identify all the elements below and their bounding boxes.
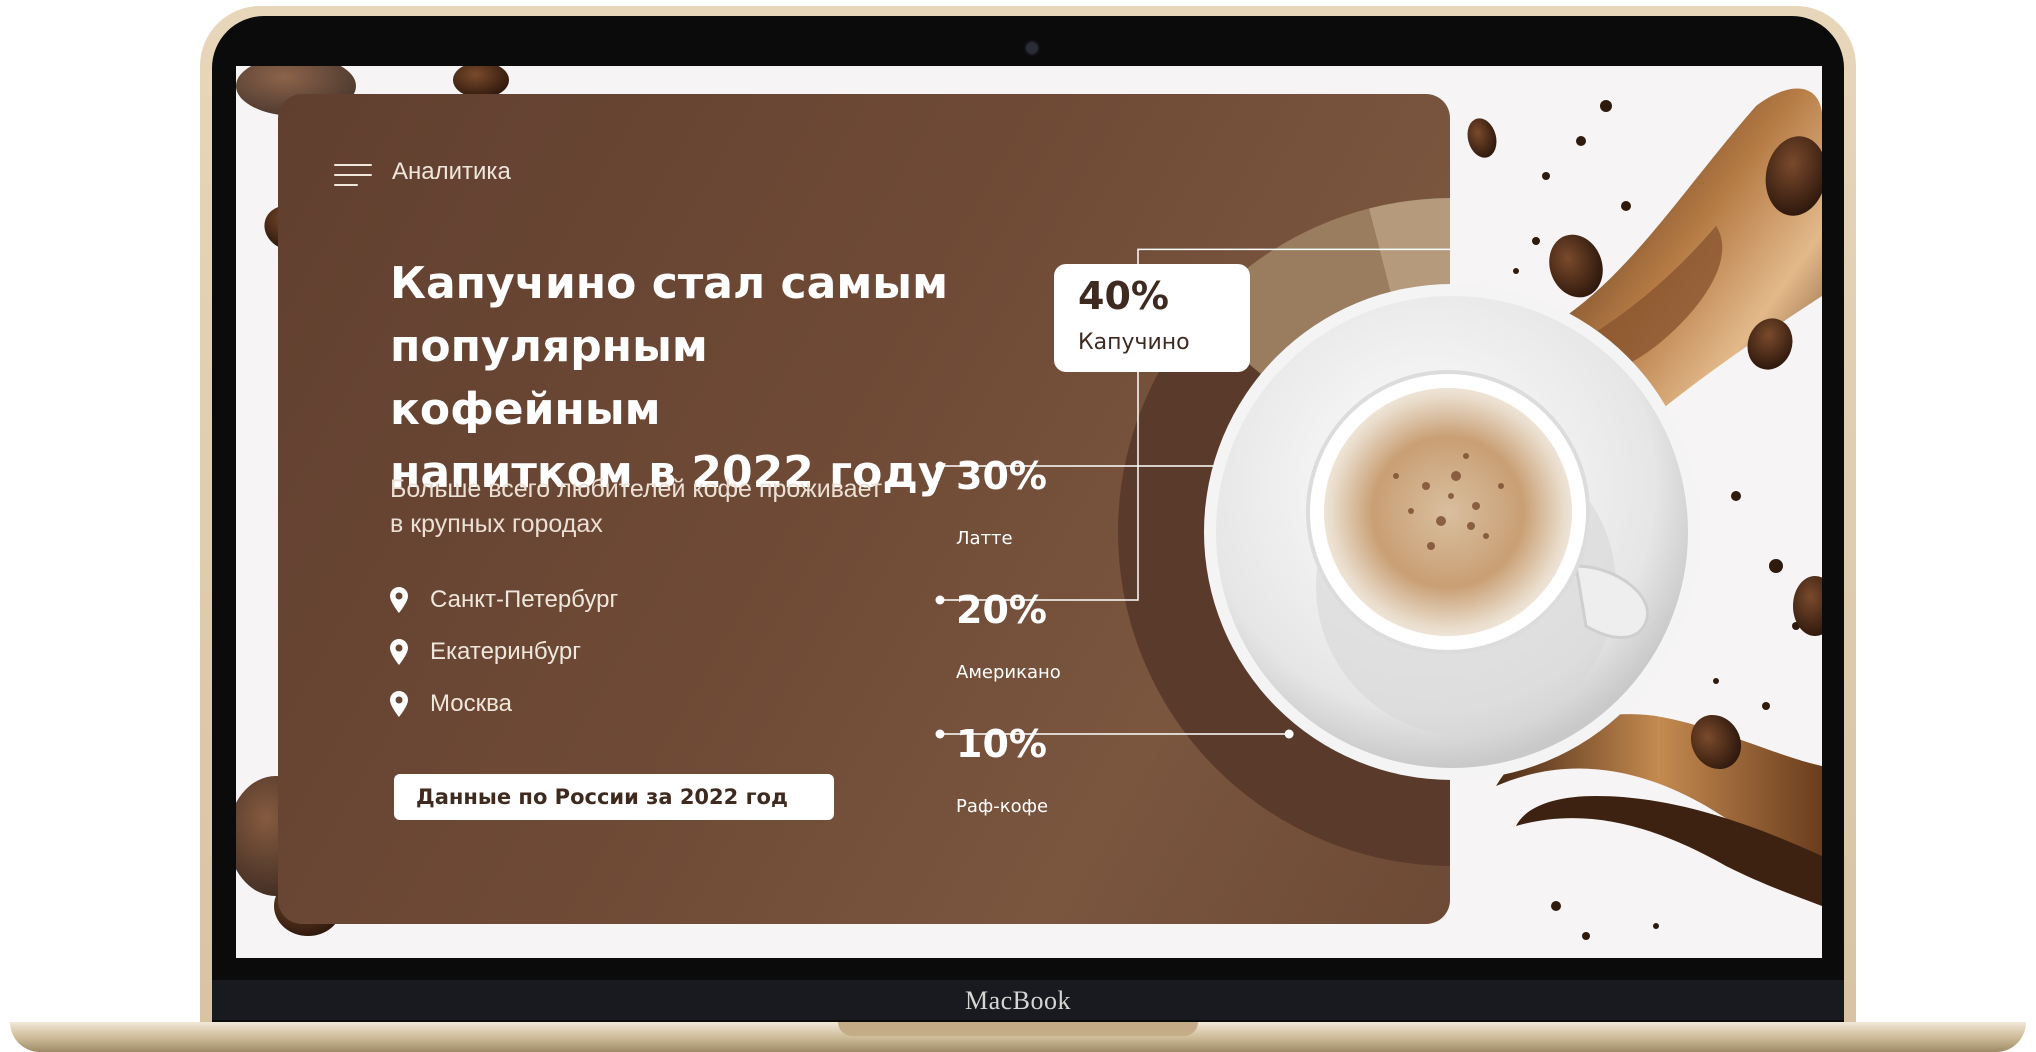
city-label: Екатеринбург: [430, 638, 581, 665]
slice-value-label: 30%: [956, 454, 1047, 498]
subtitle: Больше всего любителей кофе проживает в …: [390, 472, 930, 542]
leader-dot: [935, 595, 945, 605]
analytics-card: Аналитика Капучино стал самым популярным…: [278, 94, 1450, 924]
page-title-line: популярным кофейным: [390, 321, 708, 435]
city-item: Санкт-Петербург: [390, 574, 618, 626]
subtitle-line: Больше всего любителей кофе проживает: [390, 475, 883, 503]
page-title-line: Капучино стал самым: [390, 258, 949, 309]
camera-icon: [1024, 40, 1040, 56]
russia-data-2022-button[interactable]: Данные по России за 2022 год: [394, 774, 834, 820]
slice-category-label: Капучино: [1078, 330, 1190, 355]
pie-slice: [1118, 319, 1450, 866]
location-pin-icon: [390, 691, 408, 717]
slice-value-label: 20%: [956, 588, 1047, 632]
location-pin-icon: [390, 587, 408, 613]
subtitle-line: в крупных городах: [390, 510, 603, 538]
screen: Аналитика Капучино стал самым популярным…: [236, 66, 1822, 958]
leader-dot: [935, 729, 945, 739]
city-label: Москва: [430, 690, 512, 717]
laptop-base-notch: [838, 1022, 1198, 1036]
slice-category-label: Американо: [956, 662, 1061, 683]
menu-icon[interactable]: [334, 164, 374, 186]
city-list: Санкт-Петербург Екатеринбург Москва: [390, 574, 618, 730]
leader-dot: [1284, 729, 1294, 739]
city-label: Санкт-Петербург: [430, 586, 619, 613]
laptop-brand-label: MacBook: [964, 986, 1072, 1015]
slice-value-label: 40%: [1078, 274, 1169, 318]
menu-label[interactable]: Аналитика: [392, 158, 511, 186]
location-pin-icon: [390, 639, 408, 665]
city-item: Екатеринбург: [390, 626, 618, 678]
callout-cappuccino: 40% Капучино: [1054, 264, 1250, 372]
page-title: Капучино стал самым популярным кофейным …: [390, 252, 950, 504]
slice-value-label: 10%: [956, 722, 1047, 766]
city-item: Москва: [390, 678, 618, 730]
slice-category-label: Латте: [956, 528, 1013, 549]
slice-category-label: Раф-кофе: [956, 796, 1049, 817]
